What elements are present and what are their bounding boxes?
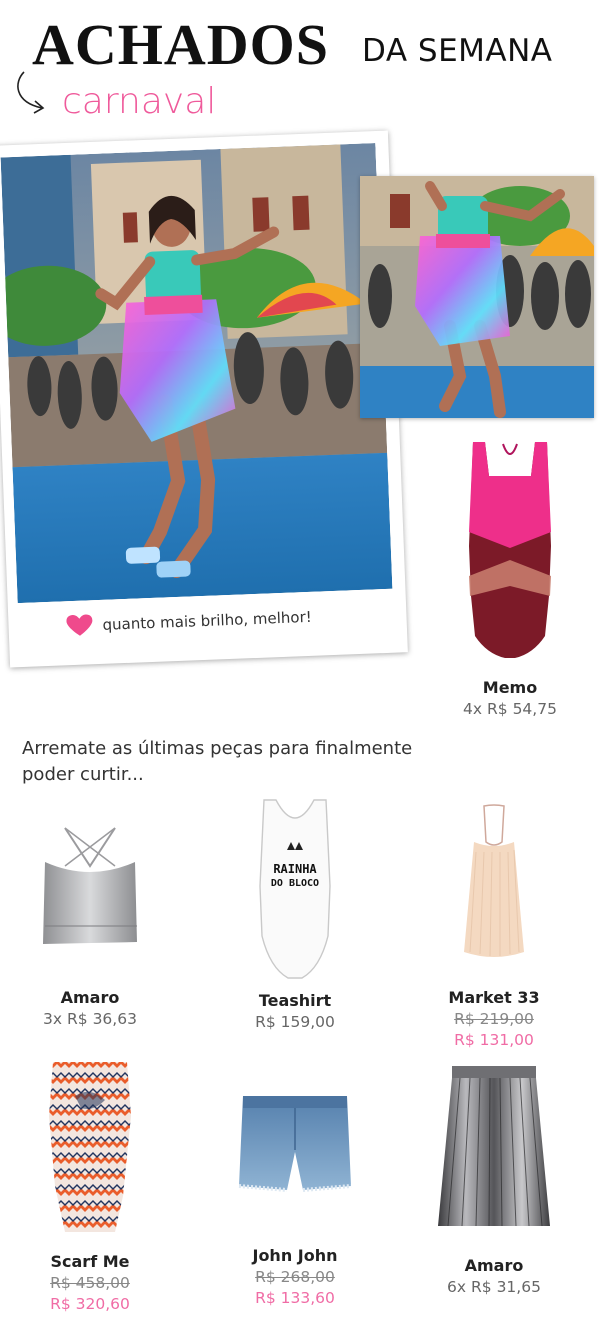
product-old-price: R$ 219,00 [454, 1010, 534, 1028]
bodysuit-image [469, 442, 551, 658]
product-brand: Amaro [464, 1256, 524, 1275]
product-brand: Teashirt [258, 991, 332, 1010]
product-old-price: R$ 268,00 [255, 1268, 335, 1286]
product-old-price: R$ 458,00 [50, 1274, 130, 1292]
product-brand: Market 33 [448, 988, 540, 1007]
product-sale-price: R$ 133,60 [255, 1289, 335, 1307]
pleated-metallic-skirt-image [438, 1066, 550, 1227]
curved-arrow-icon [17, 71, 45, 114]
product-price: 4x R$ 54,75 [463, 700, 557, 718]
page-title-suffix: DA SEMANA [362, 33, 553, 69]
denim-shorts-image [238, 1096, 352, 1192]
carnival-photo-detail [360, 176, 594, 418]
product-brand: Scarf Me [50, 1252, 130, 1271]
product-price: 3x R$ 36,63 [43, 1010, 137, 1028]
product-brand: Memo [482, 678, 538, 697]
white-bodysuit-image: RAINHA DO BLOCO [250, 796, 340, 982]
product-card[interactable]: John John R$ 268,00 R$ 133,60 [205, 1090, 385, 1309]
halter-top-image [464, 804, 524, 957]
product-card[interactable]: Amaro 6x R$ 31,65 [404, 1062, 584, 1298]
shirt-print-line1: RAINHA [273, 862, 317, 876]
section-subtitle: carnaval [62, 81, 217, 122]
caption-text: quanto mais brilho, melhor! [102, 607, 313, 634]
product-card[interactable]: Market 33 R$ 219,00 R$ 131,00 [404, 802, 584, 1051]
product-brand: John John [252, 1246, 338, 1265]
photo-caption: quanto mais brilho, melhor! [66, 606, 312, 637]
product-card[interactable]: RAINHA DO BLOCO Teashirt R$ 159,00 [205, 796, 385, 1033]
product-card-featured[interactable]: Memo 4x R$ 54,75 [420, 436, 600, 720]
heart-icon [66, 614, 93, 636]
shirt-print-line2: DO BLOCO [270, 878, 320, 889]
product-sale-price: R$ 131,00 [454, 1031, 534, 1049]
product-card[interactable]: Scarf Me R$ 458,00 R$ 320,60 [0, 1056, 180, 1315]
product-brand: Amaro [60, 988, 120, 1007]
page-title: ACHADOS [32, 12, 330, 77]
product-card[interactable]: Amaro 3x R$ 36,63 [0, 822, 180, 1030]
polaroid-photo-frame: quanto mais brilho, melhor! [0, 130, 408, 668]
carnival-photo [0, 143, 393, 604]
product-price: R$ 159,00 [255, 1013, 335, 1031]
printed-skirt-image [49, 1062, 131, 1232]
intro-text: Arremate as últimas peças para finalment… [22, 738, 413, 785]
product-price: 6x R$ 31,65 [447, 1278, 541, 1296]
metallic-crop-top-image [43, 827, 137, 944]
product-sale-price: R$ 320,60 [50, 1295, 130, 1313]
